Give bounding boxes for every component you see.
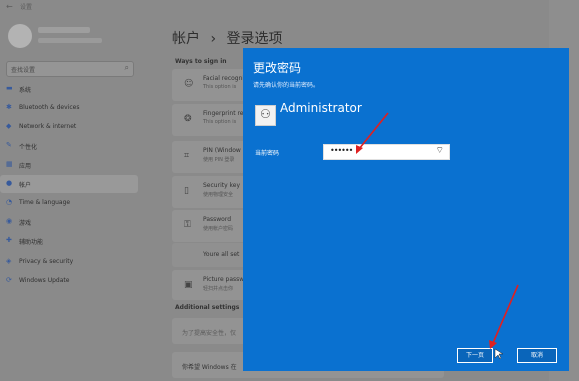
arrow-to-password-field bbox=[356, 112, 389, 154]
annotation-arrows bbox=[356, 112, 519, 360]
arrow-to-next-button bbox=[489, 284, 519, 349]
mouse-cursor-icon bbox=[494, 348, 504, 360]
